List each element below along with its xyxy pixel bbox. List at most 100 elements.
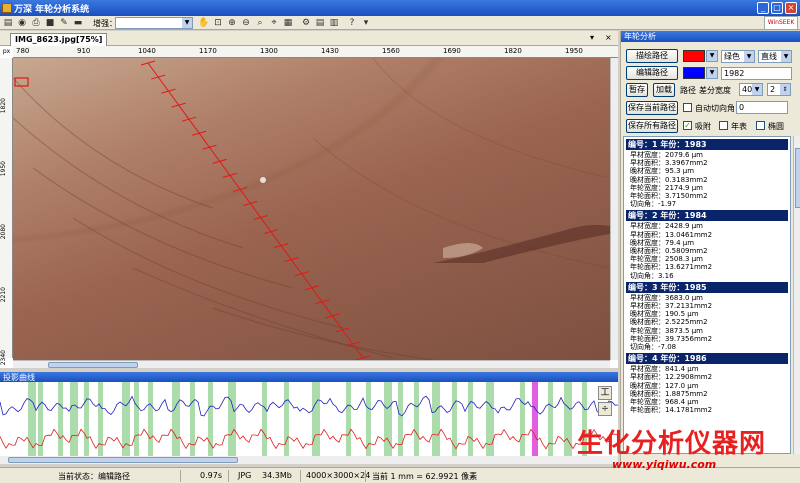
dropdown-arrow-icon[interactable]: ▾ [360, 17, 372, 29]
enhance-select[interactable]: ▼ [115, 17, 193, 29]
title-bar: 万深 年轮分析系统 _ □ × [0, 0, 800, 16]
result-row: 切向角：-1.97 [630, 200, 677, 209]
result-header[interactable]: 编号：1 年份：1983 [626, 139, 788, 150]
pin-icon[interactable]: ▾ [590, 33, 594, 42]
save-current-path-button[interactable]: 保存当前路径 [626, 101, 678, 115]
save-icon[interactable]: ■ [44, 17, 56, 29]
image-horizontal-scrollbar[interactable] [13, 360, 610, 368]
maximize-button[interactable]: □ [771, 2, 783, 14]
color-swatch-1[interactable] [683, 50, 705, 62]
tab-image[interactable]: IMG_8623.jpg[75%] [10, 33, 108, 46]
chevron-down-icon: ▼ [781, 51, 791, 62]
status-size: 34.3Mb [262, 471, 292, 480]
ruler-tick-label: 1430 [321, 47, 339, 55]
auto-tangent-input[interactable]: 0 [736, 101, 788, 114]
snap-checkbox[interactable]: ✓ [683, 121, 692, 130]
ring-band [208, 382, 213, 456]
pause-button[interactable]: 暂存 [626, 83, 648, 97]
camera-icon[interactable]: ◉ [16, 17, 28, 29]
ruler-tick-label: 1690 [443, 47, 461, 55]
diff-step-stepper[interactable]: 2 ⇕ [767, 83, 791, 96]
edit-path-button[interactable]: 编辑路径 [626, 66, 678, 80]
zoom-out-icon[interactable]: ⊖ [240, 17, 252, 29]
ring-band [468, 382, 473, 456]
status-scale: 当前 1 mm = 62.9921 像素 [372, 472, 478, 481]
chevron-down-icon[interactable]: ▼ [706, 67, 718, 79]
ring-boundary-mark [294, 271, 309, 277]
pencil-icon[interactable]: ✎ [58, 17, 70, 29]
ring-boundary-mark [253, 215, 268, 221]
result-row: 年轮宽度：3873.5 μm [630, 326, 703, 335]
hand-icon[interactable]: ✋ [198, 17, 210, 29]
projection-scrollbar[interactable] [0, 456, 618, 464]
result-row: 晚材面积：0.3183mm2 [630, 175, 708, 184]
grid-icon[interactable]: ▦ [282, 17, 294, 29]
settings-icon[interactable]: ⚙ [300, 17, 312, 29]
ring-boundary-mark [151, 74, 166, 80]
result-row: 晚材面积：2.5225mm2 [630, 318, 708, 327]
tree-ring-image[interactable] [13, 58, 610, 360]
table-checkbox[interactable] [719, 121, 728, 130]
chart-icon[interactable]: ▥ [328, 17, 340, 29]
ruler-tick-label: 1820 [0, 98, 7, 114]
projection-curve[interactable] [0, 382, 618, 464]
ring-boundary-mark [202, 144, 217, 150]
ruler-tick-label: 910 [77, 47, 91, 55]
zoom-fit-icon[interactable]: ⊡ [212, 17, 224, 29]
app-title: 万深 年轮分析系统 [14, 5, 90, 15]
result-header[interactable]: 编号：4 年份：1986 [626, 353, 788, 365]
close-button[interactable]: × [785, 2, 797, 14]
actual-size-icon[interactable]: ⌖ [268, 17, 280, 29]
scale-button[interactable]: ÷ [598, 402, 612, 416]
ellipse-checkbox[interactable] [756, 121, 765, 130]
status-dimensions: 4000×3000×24 [306, 471, 371, 480]
ring-boundary-mark [140, 60, 156, 66]
line-type-select[interactable]: 直线 ▼ [758, 50, 792, 63]
year-input[interactable]: 1982 [721, 67, 792, 80]
ring-band [486, 382, 494, 456]
image-vertical-scrollbar[interactable] [610, 58, 618, 360]
zoom-in-icon[interactable]: ⊕ [226, 17, 238, 29]
result-row: 晚材面积：1.8875mm2 [630, 389, 708, 398]
zoom-icon[interactable]: ⌕ [254, 17, 266, 29]
draw-path-button[interactable]: 描绘路径 [626, 49, 678, 63]
result-row: 年轮面积：14.1781mm2 [630, 406, 713, 415]
close-doc-icon[interactable]: × [605, 33, 612, 42]
ring-band [228, 382, 236, 456]
results-list[interactable]: 编号：1 年份：1983 早材宽度：2079.6 μm 早材面积：3.3967mm2… [623, 136, 791, 454]
ring-band [84, 382, 89, 456]
chevron-down-icon[interactable]: ▼ [706, 50, 718, 62]
result-row: 早材面积：12.2908mm2 [630, 373, 713, 382]
image-view[interactable]: px 780 910 1040 1170 1300 1430 1560 1690 1820 195… [0, 46, 618, 368]
table-icon[interactable]: ▤ [314, 17, 326, 29]
result-row: 年轮面积：39.7356mm2 [630, 334, 713, 343]
minimize-button[interactable]: _ [757, 2, 769, 14]
scroll-thumb[interactable] [8, 457, 238, 463]
status-time: 0.97s [200, 471, 222, 480]
color-name-select[interactable]: 绿色 ▼ [721, 50, 755, 63]
help-icon[interactable]: ? [346, 17, 358, 29]
ring-boundary-mark [345, 341, 360, 347]
scroll-thumb[interactable] [48, 362, 138, 368]
result-header[interactable]: 编号：3 年份：1985 [626, 281, 788, 293]
load-button[interactable]: 加载 [653, 83, 675, 97]
toolbar: ▤ ◉ ⎙ ■ ✎ ▬ 增强： ▼ ✋ ⊡ ⊕ ⊖ ⌕ ⌖ ▦ ⚙ ▤ ▥ ? … [0, 16, 800, 30]
diff-width: 40 [742, 85, 753, 94]
open-icon[interactable]: ▤ [2, 17, 14, 29]
color-name: 绿色 [724, 52, 740, 61]
auto-tangent-checkbox[interactable] [683, 103, 692, 112]
result-header[interactable]: 编号：2 年份：1984 [626, 210, 788, 222]
ring-band [432, 382, 440, 456]
color-swatch-2[interactable] [683, 67, 705, 79]
print-icon[interactable]: ⎙ [30, 17, 42, 29]
save-all-paths-button[interactable]: 保存所有路径 [626, 119, 678, 133]
result-row: 切向角：-7.08 [630, 343, 677, 352]
ring-boundary-mark [273, 243, 289, 249]
scroll-thumb[interactable] [795, 148, 800, 208]
diff-width-select[interactable]: 40 ▼ [739, 83, 763, 96]
vertical-ruler: 1820 1950 2080 2210 2340 [0, 58, 13, 365]
results-scrollbar[interactable] [793, 136, 800, 454]
fit-button[interactable]: 工 [598, 386, 612, 400]
ruler-tick-label: 1950 [565, 47, 583, 55]
folder-icon[interactable]: ▬ [72, 17, 84, 29]
